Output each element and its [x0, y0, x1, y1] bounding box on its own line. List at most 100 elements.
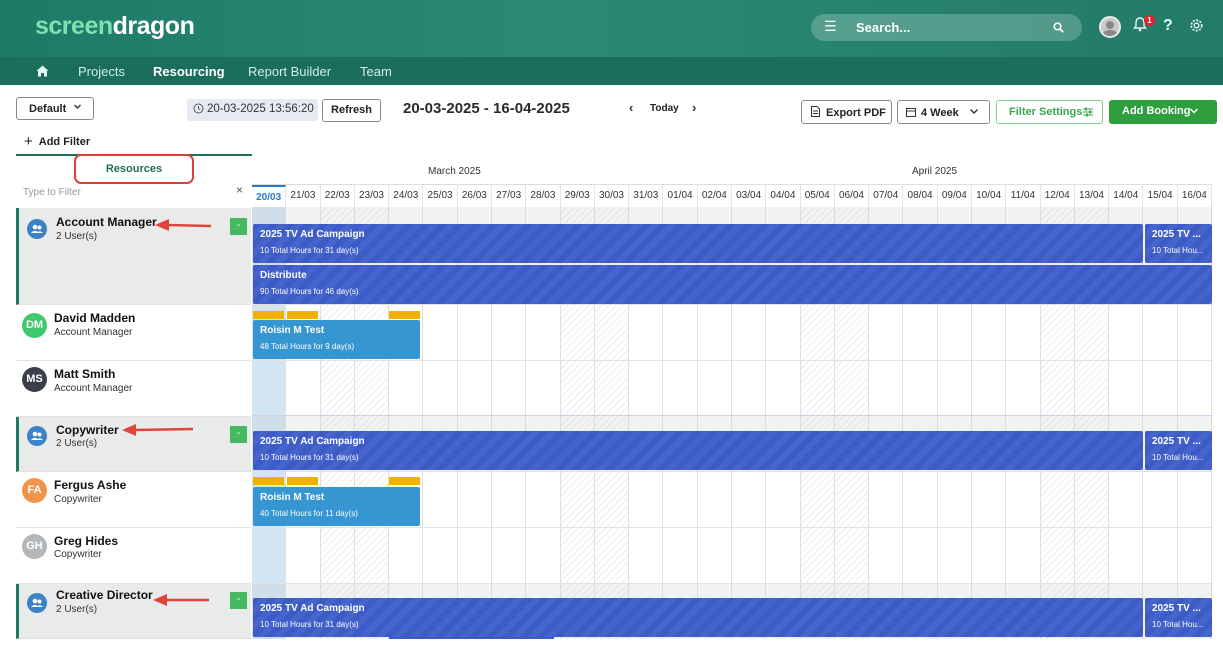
date-cell: 04/04: [766, 185, 801, 207]
booking-bar[interactable]: 2025 TV ... 10 Total Hou...: [1145, 224, 1212, 263]
booking-bar[interactable]: 2025 TV ... 10 Total Hou...: [1145, 431, 1212, 470]
booking-bar[interactable]: 2025 TV Ad Campaign 10 Total Hours for 3…: [253, 431, 1143, 470]
collapse-button[interactable]: -: [230, 592, 247, 609]
filter-input[interactable]: Type to Filter: [23, 187, 81, 198]
date-cell: 06/04: [835, 185, 870, 207]
group-row-account-manager[interactable]: Account Manager 2 User(s) -: [16, 208, 251, 305]
chevron-down-icon: [969, 106, 979, 119]
collapse-button[interactable]: -: [230, 218, 247, 235]
date-cell: 09/04: [938, 185, 972, 207]
date-cell: 28/03: [526, 185, 561, 207]
avatar: FA: [22, 478, 47, 503]
search-icon[interactable]: [1053, 20, 1064, 38]
nav-team[interactable]: Team: [360, 64, 392, 79]
avatar: MS: [22, 367, 47, 392]
date-range: 20-03-2025 - 16-04-2025: [403, 100, 570, 117]
date-cell: 08/04: [903, 185, 938, 207]
date-cell: 31/03: [629, 185, 664, 207]
date-cell: 29/03: [561, 185, 595, 207]
user-avatar[interactable]: [1099, 16, 1121, 38]
home-icon[interactable]: [36, 64, 49, 82]
nav-resourcing[interactable]: Resourcing: [153, 64, 225, 79]
date-header: 20/03 21/03 22/03 23/03 24/03 25/03 26/03 27/03…: [252, 184, 1212, 207]
group-count: 2 User(s): [56, 231, 98, 242]
resource-row-greg-hides[interactable]: GH Greg Hides Copywriter: [16, 528, 251, 584]
overbooking-marker: [389, 477, 420, 485]
period-select[interactable]: 4 Week: [897, 100, 990, 124]
nav-report-builder[interactable]: Report Builder: [248, 64, 331, 79]
sliders-icon: [1082, 106, 1094, 121]
overbooking-marker: [253, 311, 284, 319]
date-cell: 25/03: [423, 185, 458, 207]
chevron-right-icon[interactable]: ›: [692, 100, 696, 115]
notification-badge: 1: [1144, 15, 1155, 26]
plus-icon: +: [24, 133, 33, 150]
date-cell: 22/03: [321, 185, 355, 207]
refresh-button[interactable]: Refresh: [322, 99, 381, 122]
booking-bar[interactable]: 2025 TV Ad Campaign 10 Total Hours for 3…: [253, 598, 1143, 637]
group-name: Copywriter: [56, 423, 119, 437]
date-cell: 14/04: [1109, 185, 1144, 207]
month-label-march: March 2025: [428, 166, 481, 177]
date-cell: 30/03: [595, 185, 630, 207]
help-icon[interactable]: ?: [1163, 17, 1173, 35]
group-row-creative-director[interactable]: Creative Director 2 User(s) -: [16, 584, 251, 639]
chevron-down-icon: [73, 102, 82, 114]
overbooking-marker: [287, 477, 318, 485]
resource-role: Account Manager: [54, 383, 133, 394]
menu-icon[interactable]: ☰: [824, 19, 838, 33]
today-button[interactable]: Today: [650, 103, 679, 114]
group-name: Account Manager: [56, 215, 157, 229]
date-cell: 01/04: [663, 185, 698, 207]
booking-bar[interactable]: Roisin M Test 48 Total Hours for 9 day(s…: [253, 320, 420, 359]
group-count: 2 User(s): [56, 604, 98, 615]
annotation-arrow: [153, 594, 209, 606]
clock-icon: [193, 103, 204, 117]
group-icon: [27, 426, 47, 446]
resource-row-matt-smith[interactable]: MS Matt Smith Account Manager: [16, 361, 251, 417]
booking-bar[interactable]: 2025 TV Ad Campaign 10 Total Hours for 3…: [253, 224, 1143, 263]
annotation-arrow: [155, 219, 212, 231]
resource-role: Copywriter: [54, 494, 102, 505]
nav-projects[interactable]: Projects: [78, 64, 125, 79]
resource-role: Account Manager: [54, 327, 133, 338]
group-name: Creative Director: [56, 588, 153, 602]
month-label-april: April 2025: [912, 166, 958, 177]
search-box[interactable]: ☰ Search...: [811, 14, 1082, 41]
group-icon: [27, 593, 47, 613]
date-cell: 24/03: [389, 185, 424, 207]
date-cell: 16/04: [1178, 185, 1212, 207]
booking-bar[interactable]: Distribute 90 Total Hours for 46 day(s): [253, 265, 1212, 304]
search-input[interactable]: Search...: [856, 20, 910, 35]
group-count: 2 User(s): [56, 438, 98, 449]
view-select[interactable]: Default: [16, 97, 94, 120]
date-cell: 23/03: [355, 185, 390, 207]
resource-role: Copywriter: [54, 549, 102, 560]
date-cell: 10/04: [972, 185, 1007, 207]
annotation-arrow: [122, 424, 194, 436]
gear-icon[interactable]: [1189, 18, 1204, 38]
export-pdf-button[interactable]: Export PDF: [801, 100, 892, 124]
date-cell: 20/03: [252, 185, 287, 207]
booking-bar[interactable]: Roisin M Test 40 Total Hours for 11 day(…: [253, 487, 420, 526]
date-cell: 02/04: [698, 185, 732, 207]
screendragon-logo[interactable]: screendragon: [35, 12, 195, 41]
top-header: screendragon ☰ Search... 1 ?: [0, 0, 1223, 57]
date-cell: 11/04: [1006, 185, 1041, 207]
date-cell: 03/04: [732, 185, 767, 207]
tab-resources[interactable]: Resources: [74, 154, 194, 184]
date-cell: 15/04: [1143, 185, 1178, 207]
chevron-left-icon[interactable]: ‹: [629, 100, 633, 115]
date-cell: 13/04: [1075, 185, 1110, 207]
resource-name: Greg Hides: [54, 534, 119, 548]
collapse-button[interactable]: -: [230, 426, 247, 443]
add-filter-button[interactable]: + Add Filter: [24, 132, 90, 150]
booking-bar[interactable]: 2025 TV ... 10 Total Hou...: [1145, 598, 1212, 637]
resource-name: Matt Smith: [54, 367, 116, 381]
resource-row-david-madden[interactable]: DM David Madden Account Manager: [16, 305, 251, 361]
clear-icon[interactable]: ×: [236, 183, 243, 197]
group-icon: [27, 219, 47, 239]
filter-settings-button[interactable]: Filter Settings: [996, 100, 1103, 124]
add-booking-button[interactable]: Add Booking: [1109, 100, 1217, 124]
resource-row-fergus-ashe[interactable]: FA Fergus Ashe Copywriter: [16, 472, 251, 528]
